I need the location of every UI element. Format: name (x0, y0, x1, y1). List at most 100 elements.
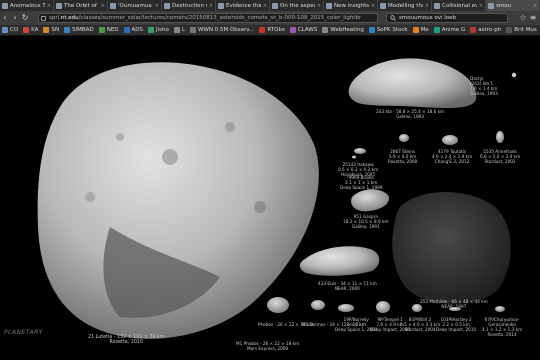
forward-arrow-icon[interactable]: › (10, 12, 20, 24)
caption-67p: 67P/Churyumov- Gerasimenko 4.1 × 3.2 × 1.3… (482, 317, 523, 337)
bookmark-favicon-icon (259, 27, 266, 33)
bookmark-label: SN (51, 27, 60, 33)
phobos-moon (267, 297, 289, 313)
tab-aspect[interactable]: On the aspect × (270, 0, 324, 11)
close-tab-icon[interactable]: × (263, 3, 269, 9)
caption-gaspra: 951 Gaspra 18.2 × 10.5 × 8.9 km Galileo, 1… (343, 214, 389, 229)
steins-asteroid (399, 134, 409, 142)
bookmark-favicon-icon (43, 27, 50, 33)
close-tab-icon[interactable]: × (47, 3, 53, 9)
close-tab-icon[interactable]: × (155, 3, 161, 9)
annefrank-asteroid (496, 131, 504, 143)
close-tab-icon[interactable]: × (425, 3, 431, 9)
page-content-image: 21 Lutetia - 132 × 101 × 76 km Rosetta, 2… (0, 37, 540, 360)
bookmark-favicon-icon (412, 27, 419, 33)
page-icon (488, 2, 494, 9)
bookmark-label: NED (106, 27, 119, 33)
close-tab-icon[interactable]: × (209, 3, 215, 9)
caption-eros: 433 Eros - 34 × 11 × 11 km NEAR, 2000 (318, 281, 377, 291)
address-bar[interactable]: sprl.nt.edu/classes/summer_solar/lecture… (38, 13, 378, 23)
bookmark-item[interactable]: Me (412, 27, 429, 33)
bookmark-item[interactable]: CLAWS (289, 27, 318, 33)
url-text: sprl.nt.edu/classes/summer_solar/lecture… (49, 15, 362, 21)
bookmark-favicon-icon (2, 27, 8, 33)
bookmark-favicon-icon (173, 27, 180, 33)
close-tab-icon[interactable]: × (317, 3, 323, 9)
bookmark-label: WWN 0.5M Observ... (197, 27, 255, 33)
tab-oumuamua[interactable]: 'Oumuamua × (108, 0, 162, 11)
bookmark-item[interactable]: RTObs (259, 27, 285, 33)
bookmark-favicon-icon (64, 27, 71, 33)
bookmark-favicon-icon (433, 27, 440, 33)
page-icon (56, 2, 62, 9)
close-tab-icon[interactable]: × (371, 3, 377, 9)
planetary-society-logo: PLANETARY (4, 329, 43, 336)
bookmark-favicon-icon (23, 27, 30, 33)
caption-ida: 243 Ida - 58.8 × 25.4 × 18.6 km Galileo, … (376, 109, 445, 119)
bookmark-item[interactable]: astro-ph (470, 27, 501, 33)
bookmark-item[interactable]: WebHeating (322, 27, 364, 33)
bookmark-favicon-icon (148, 27, 155, 33)
bookmark-favicon-icon (289, 27, 296, 33)
reload-icon[interactable]: ↻ (20, 12, 30, 24)
close-tab-icon[interactable]: × (479, 3, 485, 9)
caption-hartley2: 103P/Hartley 2 2.2 × 0.5 km Deep Impact, 2… (436, 317, 477, 332)
tab-smou-active[interactable]: smou × (486, 0, 540, 11)
tab-orbit[interactable]: The Orbit of × (54, 0, 108, 11)
tab-anomalous[interactable]: Anomalous T × (0, 0, 54, 11)
bookmark-label: CO (10, 27, 19, 33)
page-icon (434, 2, 440, 9)
tab-strip: Anomalous T × The Orbit of × 'Oumuamua × De… (0, 0, 540, 11)
bookmark-label: KA (31, 27, 39, 33)
bookmark-item[interactable]: ADS (123, 27, 143, 33)
bookmark-item[interactable]: L (173, 27, 185, 33)
page-icon (2, 2, 8, 9)
back-arrow-icon[interactable]: ‹ (0, 12, 10, 24)
bookmark-favicon-icon (98, 27, 105, 33)
close-tab-icon[interactable]: × (533, 3, 539, 9)
page-icon (380, 2, 386, 9)
braille-asteroid (352, 155, 356, 159)
bookmark-label: SIMBAD (72, 27, 94, 33)
gaspra-asteroid (351, 189, 390, 212)
bookmark-item[interactable]: SoPK Stock (368, 27, 408, 33)
itokawa-asteroid (354, 148, 366, 154)
search-icon (390, 15, 396, 21)
tab-destruction[interactable]: Destruction o × (162, 0, 216, 11)
tab-collisional[interactable]: Collisional ev × (432, 0, 486, 11)
page-icon (218, 2, 224, 9)
caption-dactyl: Dactyl (243) Ida 1 1.6 × 1.4 km Galileo, 19… (470, 76, 498, 96)
bookmark-item[interactable]: Jisho (148, 27, 169, 33)
bookmark-label: Jisho (156, 27, 169, 33)
caption-braille: 9969 Braille 2.1 × 1 × 1 km Deep Space 1, … (340, 175, 383, 190)
bookmark-label: WebHeating (330, 27, 364, 33)
lock-icon (41, 15, 46, 21)
bookmark-item[interactable]: KA (23, 27, 38, 33)
page-icon (164, 2, 170, 9)
search-box[interactable]: smouumous ovi loeb (386, 13, 508, 23)
tab-evidence[interactable]: Evidence that × (216, 0, 270, 11)
bookmark-item[interactable]: CO (2, 27, 18, 33)
tab-modelling[interactable]: Modelling the × (378, 0, 432, 11)
bookmark-item[interactable]: WWN 0.5M Observ... (189, 27, 255, 33)
bookmark-label: RTObs (267, 27, 285, 33)
caption-phobos-mex: M1 Phobos - 26 × 22 × 18 km Mars Express,… (236, 341, 300, 351)
bookmark-item[interactable]: NED (98, 27, 119, 33)
bookmark-item[interactable]: Brit Mus (506, 27, 537, 33)
bookmark-label: L (181, 27, 185, 33)
caption-annefrank: 5535 Annefrank 6.6 × 5.0 × 3.4 km Stardust… (480, 149, 521, 164)
bookmark-label: CLAWS (297, 27, 318, 33)
bookmark-item[interactable]: Anime G (433, 27, 466, 33)
bookmark-star-icon[interactable]: ☆ (518, 12, 528, 24)
page-icon (326, 2, 332, 9)
tab-new-insights[interactable]: New insights × (324, 0, 378, 11)
caption-toutatis: 4179 Toutatis 4.6 × 2.4 × 1.9 km Chang'E 2… (432, 149, 473, 164)
bookmark-label: Anime G (441, 27, 466, 33)
page-icon (110, 2, 116, 9)
bookmark-item[interactable]: SN (43, 27, 59, 33)
caption-lutetia: 21 Lutetia - 132 × 101 × 76 km Rosetta, 2… (88, 335, 165, 345)
menu-icon[interactable]: ≡ (528, 12, 538, 24)
navigation-bar: ‹ › ↻ sprl.nt.edu/classes/summer_solar/l… (0, 11, 540, 25)
close-tab-icon[interactable]: × (101, 3, 107, 9)
bookmark-item[interactable]: SIMBAD (64, 27, 94, 33)
